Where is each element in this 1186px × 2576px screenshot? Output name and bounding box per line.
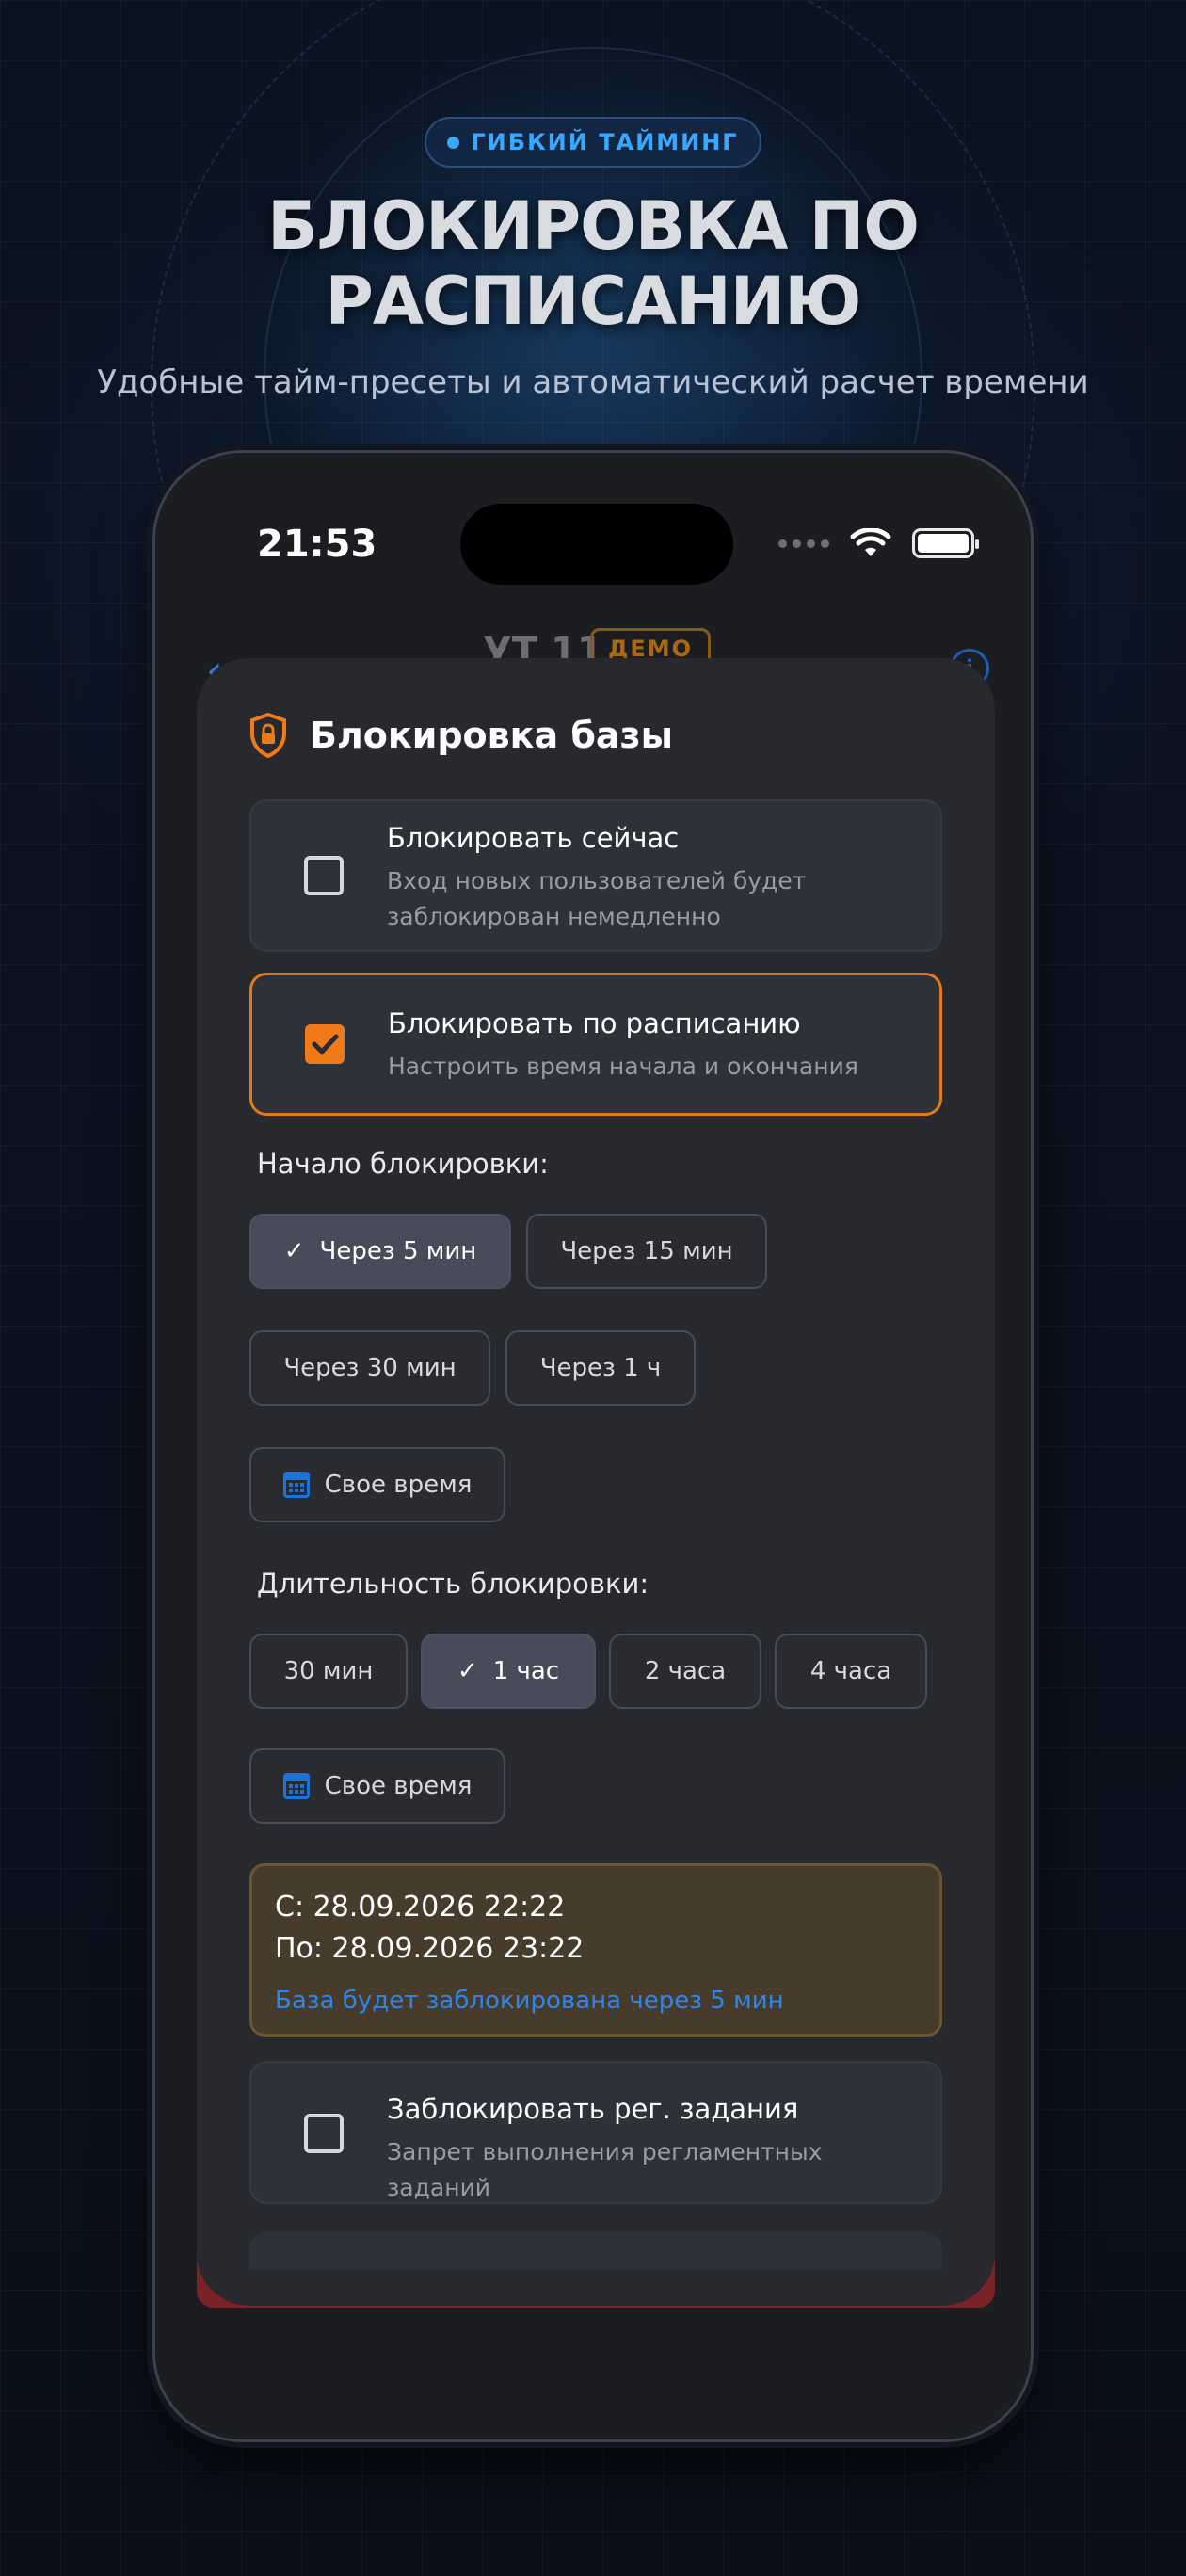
lock-schedule-description: Настроить время начала и окончания	[388, 1053, 858, 1080]
start-label: Начало блокировки:	[257, 1148, 549, 1180]
check-icon	[312, 1034, 339, 1055]
promo-subhead: Удобные тайм-пресеты и автоматический ра…	[97, 363, 1089, 401]
lock-jobs-checkbox[interactable]	[304, 2114, 344, 2153]
feature-badge: ГИБКИЙ ТАЙМИНГ	[425, 117, 761, 168]
duration-custom-label: Свое время	[324, 1772, 473, 1800]
lock-now-checkbox[interactable]	[304, 856, 344, 895]
promo-headline: БЛОКИРОВКА ПО РАСПИСАНИЮ	[0, 188, 1186, 339]
lock-now-title: Блокировать сейчас	[387, 822, 680, 854]
check-icon: ✓	[457, 1657, 478, 1685]
check-icon: ✓	[283, 1237, 305, 1265]
schedule-summary: С: 28.09.2026 22:22 По: 28.09.2026 23:22…	[249, 1863, 942, 2037]
headline-line-2: РАСПИСАНИЮ	[325, 263, 862, 340]
summary-from: С: 28.09.2026 22:22	[275, 1891, 566, 1924]
lock-schedule-title: Блокировать по расписанию	[388, 1007, 801, 1039]
summary-to: По: 28.09.2026 23:22	[275, 1932, 585, 1965]
sheet-title: Блокировка базы	[310, 715, 673, 756]
phone-frame: 21:53 ‹ УТ 11 ДЕМО i Блокировка ба	[152, 450, 1034, 2442]
start-preset-label: Через 1 ч	[539, 1354, 662, 1382]
duration-preset-2h[interactable]: 2 часа	[609, 1634, 761, 1709]
lock-jobs-title: Заблокировать рег. задания	[387, 2093, 799, 2125]
option-lock-schedule[interactable]: Блокировать по расписанию Настроить врем…	[249, 973, 942, 1116]
start-custom-label: Свое время	[324, 1471, 473, 1499]
next-card-peek	[249, 2232, 942, 2270]
duration-custom-time-button[interactable]: Свое время	[249, 1748, 505, 1824]
start-preset-1h[interactable]: Через 1 ч	[505, 1330, 696, 1406]
start-preset-5min[interactable]: ✓ Через 5 мин	[249, 1214, 511, 1289]
start-custom-time-button[interactable]: Свое время	[249, 1447, 505, 1522]
battery-icon	[912, 528, 979, 558]
option-lock-now[interactable]: Блокировать сейчас Вход новых пользовате…	[249, 799, 942, 952]
status-time: 21:53	[257, 523, 377, 566]
sheet-header: Блокировка базы	[249, 713, 673, 758]
start-preset-label: Через 15 мин	[560, 1237, 733, 1265]
option-lock-jobs[interactable]: Заблокировать рег. задания Запрет выполн…	[249, 2061, 942, 2204]
duration-preset-label: 1 час	[492, 1657, 560, 1685]
start-preset-30min[interactable]: Через 30 мин	[249, 1330, 490, 1406]
duration-label: Длительность блокировки:	[257, 1568, 649, 1600]
lock-sheet: Блокировка базы Блокировать сейчас Вход …	[197, 658, 995, 2306]
lock-jobs-description: Запрет выполнения регламентных заданий	[387, 2138, 823, 2201]
phone-screen: 21:53 ‹ УТ 11 ДЕМО i Блокировка ба	[155, 453, 1031, 2439]
duration-preset-label: 30 мин	[283, 1657, 374, 1685]
start-preset-label: Через 30 мин	[283, 1354, 457, 1382]
summary-note: База будет заблокирована через 5 мин	[275, 1987, 784, 2015]
calendar-icon	[282, 1472, 310, 1498]
start-preset-label: Через 5 мин	[319, 1237, 477, 1265]
calendar-icon	[282, 1773, 310, 1799]
duration-preset-label: 2 часа	[644, 1657, 727, 1685]
duration-preset-1h[interactable]: ✓ 1 час	[421, 1634, 596, 1709]
wifi-icon	[850, 528, 891, 556]
dynamic-island	[460, 504, 733, 585]
badge-dot-icon	[447, 136, 460, 149]
signal-icon	[778, 539, 829, 548]
lock-now-description: Вход новых пользователей будет заблокиро…	[387, 867, 807, 930]
lock-shield-icon	[250, 713, 286, 758]
duration-preset-label: 4 часа	[809, 1657, 892, 1685]
duration-preset-4h[interactable]: 4 часа	[775, 1634, 927, 1709]
badge-label: ГИБКИЙ ТАЙМИНГ	[471, 129, 739, 155]
lock-schedule-checkbox[interactable]	[305, 1024, 345, 1064]
duration-preset-30min[interactable]: 30 мин	[249, 1634, 408, 1709]
status-icons	[778, 528, 979, 558]
start-preset-15min[interactable]: Через 15 мин	[526, 1214, 767, 1289]
headline-line-1: БЛОКИРОВКА ПО	[267, 187, 920, 265]
